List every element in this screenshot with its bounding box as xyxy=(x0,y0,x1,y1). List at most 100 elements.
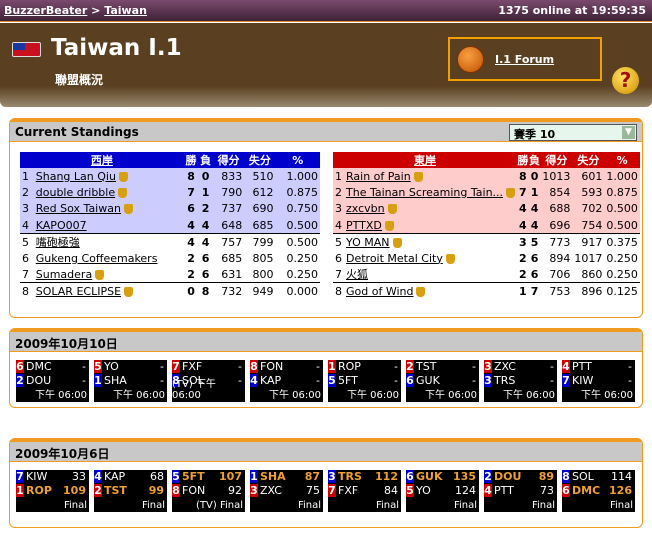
team-abbr[interactable]: TST xyxy=(416,360,436,374)
game-team-row: 5 YO - xyxy=(94,360,167,374)
team-abbr[interactable]: GUK xyxy=(416,470,443,484)
team-link[interactable]: Detroit Metal City xyxy=(346,252,443,265)
team-abbr[interactable]: PTT xyxy=(572,360,592,374)
game-box[interactable]: 3 ZXC -3 TRS - 下午 06:00 xyxy=(484,360,557,402)
game-team-row: 5 YO 124 xyxy=(406,484,479,498)
team-rank: 7 xyxy=(22,267,29,281)
game-box[interactable]: 1 SHA 87 3 ZXC 75 Final xyxy=(250,470,323,512)
standings-header: Current Standings 賽季 10 ▼ xyxy=(10,122,642,142)
game-box[interactable]: 4 PTT -7 KIW - 下午 06:00 xyxy=(562,360,635,402)
trophy-icon xyxy=(384,220,394,231)
team-abbr[interactable]: SOL xyxy=(572,470,594,484)
team-abbr[interactable]: KAP xyxy=(104,470,125,484)
team-abbr[interactable]: 5FT xyxy=(182,470,205,484)
game-box[interactable]: 4 KAP 68 2 TST 99 Final xyxy=(94,470,167,512)
game-box[interactable]: 2 TST -6 GUK - 下午 06:00 xyxy=(406,360,479,402)
win-pct: 0.750 xyxy=(286,202,319,216)
team-link[interactable]: PTTXD xyxy=(346,219,382,232)
breadcrumb-country-link[interactable]: Taiwan xyxy=(104,4,147,17)
team-abbr[interactable]: ZXC xyxy=(494,360,516,374)
team-link[interactable]: God of Wind xyxy=(346,285,413,298)
team-abbr[interactable]: PTT xyxy=(494,484,514,498)
game-status: Final xyxy=(141,500,165,511)
points-for: 685 xyxy=(221,251,243,265)
column-header: 勝 xyxy=(517,154,529,167)
team-abbr[interactable]: ROP xyxy=(26,484,52,498)
game-status: (TV) Final xyxy=(196,500,243,511)
losses: 6 xyxy=(530,251,539,265)
team-abbr[interactable]: DMC xyxy=(572,484,600,498)
win-pct: 0.500 xyxy=(275,233,320,251)
standings-row: 3 Red Sox Taiwan 6 2 737 690 0.750 xyxy=(20,200,320,218)
breadcrumb-home-link[interactable]: BuzzerBeater xyxy=(4,4,87,17)
team-abbr[interactable]: YO xyxy=(104,360,119,374)
wins: 6 xyxy=(187,202,195,216)
help-icon[interactable]: ? xyxy=(612,67,639,94)
team-rank: 2 xyxy=(22,186,29,200)
team-abbr[interactable]: FON xyxy=(260,360,283,374)
team-score: - xyxy=(316,360,320,373)
game-box[interactable]: 7 FXF -8 SOL - (TV) 下午 06:00 xyxy=(172,360,245,402)
team-link[interactable]: YO MAN xyxy=(346,236,390,249)
team-link[interactable]: double dribble xyxy=(36,186,115,199)
team-abbr[interactable]: ROP xyxy=(338,360,361,374)
team-seed: 5 xyxy=(172,470,180,483)
game-box[interactable]: 6 GUK 135 5 YO 124 Final xyxy=(406,470,479,512)
losses: 1 xyxy=(530,186,539,200)
game-box[interactable]: 5 YO -1 SHA - 下午 06:00 xyxy=(94,360,167,402)
team-abbr[interactable]: YO xyxy=(416,484,431,498)
win-pct: 1.000 xyxy=(606,169,638,183)
team-abbr[interactable]: TRS xyxy=(338,470,362,484)
losses: 7 xyxy=(528,282,541,300)
game-box[interactable]: 5 5FT 107 8 FON 92 (TV) Final xyxy=(172,470,245,512)
team-abbr[interactable]: DOU xyxy=(494,470,521,484)
game-status: 下午 06:00 xyxy=(503,390,555,401)
win-pct: 0.375 xyxy=(604,233,640,250)
team-link[interactable]: Shang Lan Qiu xyxy=(36,170,116,183)
season-select[interactable]: 賽季 10 ▼ xyxy=(509,124,637,141)
game-status: Final xyxy=(453,500,477,511)
team-link[interactable]: SOLAR ECLIPSE xyxy=(36,285,121,298)
team-abbr[interactable]: ZXC xyxy=(260,484,282,498)
team-abbr[interactable]: KIW xyxy=(26,470,47,484)
team-seed: 5 xyxy=(94,360,102,373)
team-abbr[interactable]: FXF xyxy=(182,360,202,374)
team-link[interactable]: Red Sox Taiwan xyxy=(36,202,121,215)
win-pct: 0.000 xyxy=(275,282,320,300)
team-link[interactable]: KAPO007 xyxy=(36,219,87,232)
standings-row: 5 YO MAN 3 5 773 917 0.375 xyxy=(333,233,640,250)
chevron-down-icon[interactable]: ▼ xyxy=(622,126,635,139)
game-box[interactable]: 8 SOL 114 6 DMC 126 Final xyxy=(562,470,635,512)
game-box[interactable]: 1 ROP -5 5FT - 下午 06:00 xyxy=(328,360,401,402)
standings-row: 8 SOLAR ECLIPSE 0 8 732 949 0.000 xyxy=(20,282,320,300)
team-link[interactable]: Gukeng Coffeemakers xyxy=(36,252,158,265)
team-cell: Red Sox Taiwan xyxy=(34,201,184,217)
team-abbr[interactable]: FXF xyxy=(338,484,358,498)
team-link[interactable]: zxcvbn xyxy=(346,202,385,215)
team-link[interactable]: Sumadera xyxy=(36,268,92,281)
team-link[interactable]: Rain of Pain xyxy=(346,170,411,183)
team-abbr[interactable]: FON xyxy=(182,484,205,498)
game-box[interactable]: 3 TRS 112 7 FXF 84 Final xyxy=(328,470,401,512)
game-box[interactable]: 8 FON -4 KAP - 下午 06:00 xyxy=(250,360,323,402)
standings-row: 1 Rain of Pain 8 0 1013 601 1.000 xyxy=(333,168,640,185)
team-link[interactable]: The Tainan Screaming Tain... xyxy=(346,186,503,199)
game-box[interactable]: 7 KIW 33 1 ROP 109 Final xyxy=(16,470,89,512)
team-score: 109 xyxy=(63,484,86,497)
game-box[interactable]: 2 DOU 89 4 PTT 73 Final xyxy=(484,470,557,512)
forum-box[interactable]: I.1 Forum xyxy=(448,37,602,81)
team-seed: 4 xyxy=(562,360,570,373)
team-link[interactable]: 火狐 xyxy=(346,268,368,281)
season-select-value: 賽季 10 xyxy=(514,128,556,141)
team-score: 124 xyxy=(455,484,476,497)
standings-row: 1 Shang Lan Qiu 8 0 833 510 1.000 xyxy=(20,168,320,185)
forum-link[interactable]: I.1 Forum xyxy=(495,53,554,66)
losses: 0 xyxy=(530,169,539,183)
team-link[interactable]: 嘴砲極強 xyxy=(36,236,80,249)
team-abbr[interactable]: DMC xyxy=(26,360,52,374)
game-box[interactable]: 6 DMC -2 DOU - 下午 06:00 xyxy=(16,360,89,402)
team-abbr[interactable]: SHA xyxy=(260,470,286,484)
team-abbr[interactable]: TST xyxy=(104,484,127,498)
standings-row: 8 God of Wind 1 7 753 896 0.125 xyxy=(333,282,640,300)
team-rank: 6 xyxy=(335,251,342,265)
